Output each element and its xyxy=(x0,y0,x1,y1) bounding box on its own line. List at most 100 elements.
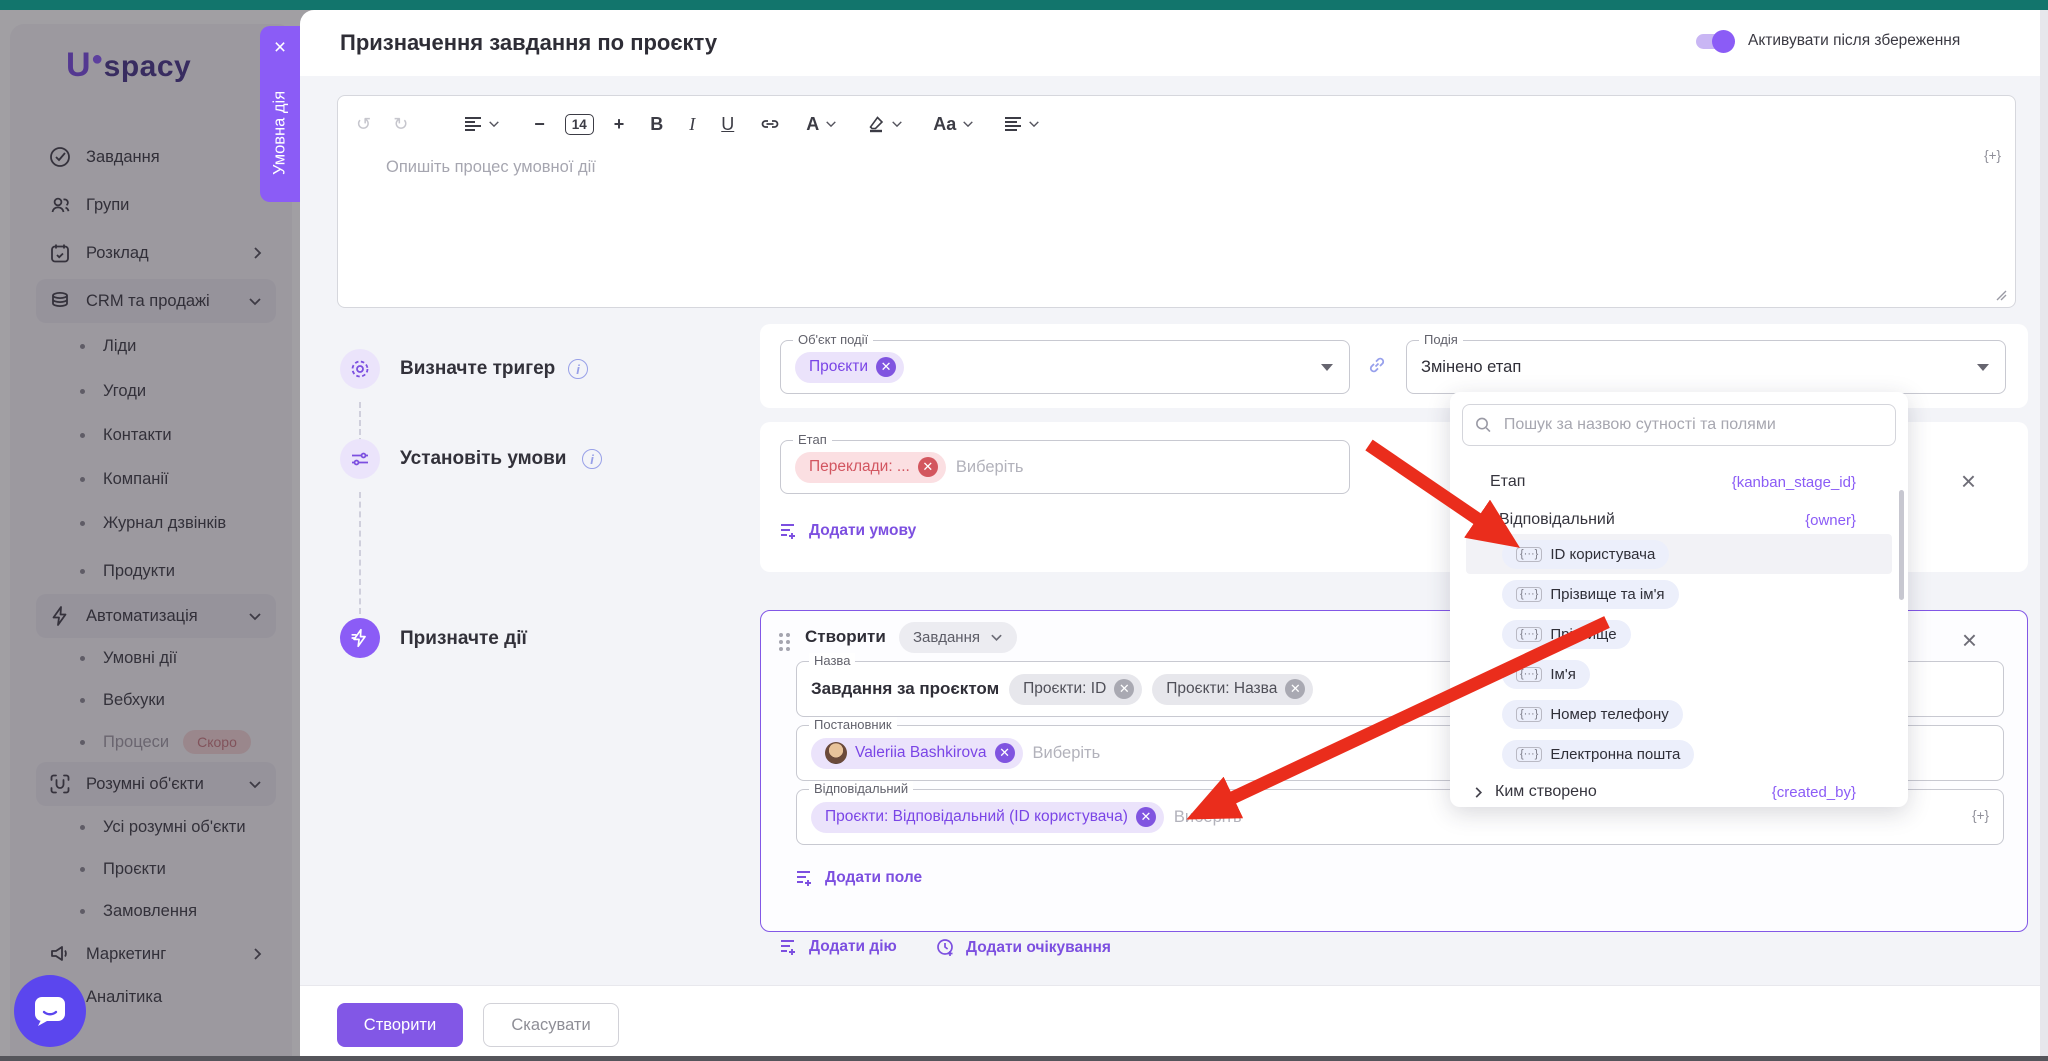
font-size-decrease-icon[interactable]: − xyxy=(534,114,545,135)
drag-handle[interactable] xyxy=(779,633,790,651)
chip-remove-icon[interactable]: ✕ xyxy=(1136,807,1156,827)
drawer-tab-label: Умовна дія xyxy=(260,70,300,196)
dropdown-arrow-icon[interactable] xyxy=(1321,364,1333,371)
dropdown-arrow-icon[interactable] xyxy=(1977,364,1989,371)
create-button[interactable]: Створити xyxy=(337,1003,463,1047)
align-icon[interactable] xyxy=(464,117,500,131)
toggle-track xyxy=(1696,34,1732,49)
undo-icon[interactable]: ↺ xyxy=(356,114,371,135)
conditional-action-modal: Призначення завдання по проєкту Активува… xyxy=(300,10,2048,1061)
resize-handle[interactable] xyxy=(1995,289,2007,301)
field-token: {owner} xyxy=(1805,512,1856,529)
author-user-chip[interactable]: Valeriia Bashkirova✕ xyxy=(811,738,1023,769)
link-icon[interactable] xyxy=(760,118,780,130)
italic-icon[interactable]: I xyxy=(689,114,695,135)
toggle-knob xyxy=(1712,30,1735,53)
text-case-icon[interactable]: Aa xyxy=(933,114,974,135)
dd-item-surname[interactable]: {···}Прізвище xyxy=(1502,616,1912,652)
trigger-step-label: Визначте тригер xyxy=(400,358,555,380)
text-color-icon[interactable]: A xyxy=(806,114,837,135)
field-search[interactable] xyxy=(1462,404,1896,446)
field-picker-dropdown: Етап {kanban_stage_id} Відповідальний {o… xyxy=(1450,392,1908,807)
trigger-info-icon[interactable]: i xyxy=(568,359,588,379)
author-placeholder: Виберіть xyxy=(1033,744,1101,763)
entity-select-chip[interactable]: Завдання xyxy=(899,622,1017,653)
add-action-link[interactable]: Додати дію xyxy=(780,938,897,956)
cancel-button[interactable]: Скасувати xyxy=(483,1003,619,1047)
redo-icon[interactable]: ↻ xyxy=(393,114,408,135)
activate-toggle[interactable]: Активувати після збереження xyxy=(1696,32,1960,50)
bold-icon[interactable]: B xyxy=(650,114,663,135)
chat-bubble-icon xyxy=(31,993,69,1029)
chip-remove-icon[interactable]: ✕ xyxy=(995,743,1015,763)
conditions-info-icon[interactable]: i xyxy=(582,449,602,469)
dd-item-surname-name[interactable]: {···}Прізвище та ім'я xyxy=(1502,576,1912,612)
project-name-chip[interactable]: Проєкти: Назва✕ xyxy=(1152,674,1313,705)
event-value: Змінено етап xyxy=(1421,358,1521,377)
highlight-color-icon[interactable] xyxy=(867,115,903,133)
chip-remove-icon[interactable]: ✕ xyxy=(876,357,896,377)
avatar xyxy=(825,742,847,764)
conditions-step-label: Установіть умови xyxy=(400,448,566,470)
close-icon[interactable]: × xyxy=(260,36,300,60)
dd-item-responsible[interactable]: Відповідальний {owner} xyxy=(1474,502,1884,538)
insert-token-button[interactable]: {+} xyxy=(1984,148,2001,163)
action-verb: Створити xyxy=(805,627,886,647)
conditions-step-icon xyxy=(340,439,380,479)
font-size-value[interactable]: 14 xyxy=(565,114,594,135)
list-icon[interactable] xyxy=(1004,117,1040,131)
drawer-tab-conditional-action[interactable]: × Умовна дія xyxy=(260,26,300,202)
search-input[interactable] xyxy=(1502,415,1883,435)
dd-item-email[interactable]: {···}Електронна пошта xyxy=(1502,736,1912,772)
chip-remove-icon[interactable]: ✕ xyxy=(1285,679,1305,699)
event-field[interactable]: Подія Змінено етап xyxy=(1406,340,2006,394)
add-condition-link[interactable]: Додати умову xyxy=(780,522,916,540)
actions-step-icon xyxy=(340,618,380,658)
add-field-link[interactable]: Додати поле xyxy=(796,869,922,887)
chevron-right-icon xyxy=(1474,786,1483,799)
token-icon: {···} xyxy=(1516,547,1542,562)
description-editor[interactable]: ↺ ↻ − 14 + B I U A Aa Опишіть процес умо… xyxy=(337,95,2016,308)
stage-value-chip[interactable]: Переклади: ...✕ xyxy=(795,452,946,483)
stage-condition-field[interactable]: Етап Переклади: ...✕ Виберіть xyxy=(780,440,1350,494)
responsible-value-chip[interactable]: Проєкти: Відповідальний (ID користувача)… xyxy=(811,802,1164,833)
dropdown-scrollbar[interactable] xyxy=(1899,490,1904,600)
remove-action-icon[interactable]: × xyxy=(1962,627,1977,653)
page-title: Призначення завдання по проєкту xyxy=(340,30,717,56)
stage-placeholder: Виберіть xyxy=(956,458,1024,477)
chip-remove-icon[interactable]: ✕ xyxy=(1114,679,1134,699)
chip-remove-icon[interactable]: ✕ xyxy=(918,457,938,477)
dd-item-created-by[interactable]: Ким створено {created_by} xyxy=(1474,774,1884,810)
dd-item-stage[interactable]: Етап {kanban_stage_id} xyxy=(1474,464,1884,500)
dd-item-user-id[interactable]: {···}ID користувача xyxy=(1502,536,1912,572)
browser-topbar xyxy=(0,0,2048,10)
task-name-value: Завдання за проєктом xyxy=(811,679,999,699)
insert-token-button[interactable]: {+} xyxy=(1972,808,1989,823)
page-scrollbar[interactable] xyxy=(2040,10,2048,1061)
projects-chip[interactable]: Проєкти✕ xyxy=(795,352,904,383)
add-wait-link[interactable]: Додати очікування xyxy=(936,938,1111,958)
dd-item-phone[interactable]: {···}Номер телефону xyxy=(1502,696,1912,732)
chat-widget-button[interactable] xyxy=(14,975,86,1047)
step-connector xyxy=(359,402,361,444)
editor-placeholder: Опишіть процес умовної дії xyxy=(386,158,596,177)
project-id-chip[interactable]: Проєкти: ID✕ xyxy=(1009,674,1142,705)
event-object-field[interactable]: Об'єкт події Проєкти✕ xyxy=(780,340,1350,394)
field-token: {created_by} xyxy=(1772,784,1856,801)
link-fields-icon xyxy=(1366,354,1388,376)
screen: U●spacy Завдання Групи Розклад CRM та пр… xyxy=(0,0,2048,1061)
underline-icon[interactable]: U xyxy=(721,114,734,135)
font-size-increase-icon[interactable]: + xyxy=(614,114,625,135)
remove-condition-icon[interactable]: × xyxy=(1961,468,1976,494)
dd-item-name[interactable]: {···}Ім'я xyxy=(1502,656,1912,692)
editor-toolbar: ↺ ↻ − 14 + B I U A Aa xyxy=(356,110,1040,138)
token-icon: {···} xyxy=(1516,627,1542,642)
toggle-label: Активувати після збереження xyxy=(1748,32,1960,50)
actions-step-label: Призначте дії xyxy=(400,628,527,650)
token-icon: {···} xyxy=(1516,707,1542,722)
token-icon: {···} xyxy=(1516,747,1542,762)
trigger-step-icon xyxy=(340,349,380,389)
step-connector xyxy=(359,492,361,614)
token-icon: {···} xyxy=(1516,667,1542,682)
field-token: {kanban_stage_id} xyxy=(1732,474,1856,491)
